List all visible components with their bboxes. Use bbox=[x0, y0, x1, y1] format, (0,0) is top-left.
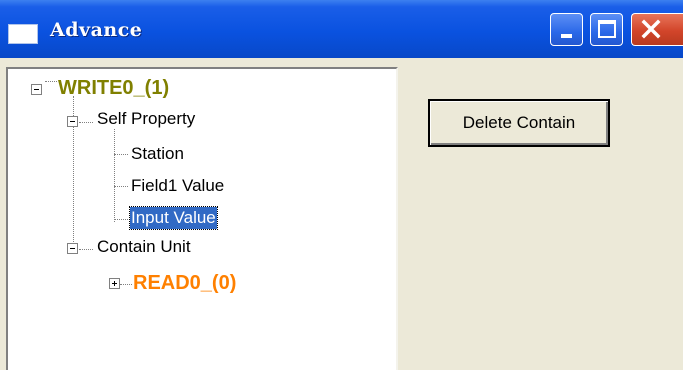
tree-node-contain-unit[interactable]: Contain Unit bbox=[97, 236, 191, 258]
title-bar[interactable]: Advance bbox=[0, 0, 683, 58]
tree-node-write0[interactable]: WRITE0_(1) bbox=[58, 76, 169, 100]
delete-contain-button[interactable]: Delete Contain bbox=[428, 99, 610, 147]
window-title: Advance bbox=[50, 19, 143, 41]
tree-connector bbox=[114, 129, 115, 222]
expand-toggle[interactable] bbox=[109, 278, 120, 289]
tree-connector bbox=[114, 186, 128, 187]
minimize-button[interactable] bbox=[550, 13, 583, 46]
tree-connector bbox=[120, 284, 132, 285]
maximize-button[interactable] bbox=[590, 13, 623, 46]
tree-node-input-value[interactable]: Input Value bbox=[129, 206, 218, 230]
close-icon bbox=[641, 19, 661, 39]
tree-connector bbox=[79, 122, 93, 123]
tree-node-station[interactable]: Station bbox=[131, 143, 184, 165]
tree-connector bbox=[114, 219, 128, 220]
collapse-toggle[interactable] bbox=[67, 116, 78, 127]
tree-node-field1-value[interactable]: Field1 Value bbox=[131, 175, 224, 197]
tree-view[interactable]: WRITE0_(1) Self Property Station Field1 … bbox=[6, 67, 398, 370]
collapse-toggle[interactable] bbox=[31, 84, 42, 95]
minus-icon bbox=[34, 89, 39, 90]
minus-icon bbox=[70, 121, 75, 122]
minimize-icon bbox=[561, 34, 572, 38]
minus-icon bbox=[70, 248, 75, 249]
tree-connector bbox=[79, 249, 93, 250]
window-app-icon bbox=[8, 24, 38, 44]
tree-connector bbox=[45, 81, 57, 82]
tree-node-self-property[interactable]: Self Property bbox=[97, 108, 195, 130]
tree-connector bbox=[114, 154, 128, 155]
tree-node-read0[interactable]: READ0_(0) bbox=[133, 271, 236, 295]
close-button[interactable] bbox=[631, 13, 683, 46]
collapse-toggle[interactable] bbox=[67, 243, 78, 254]
maximize-icon bbox=[598, 20, 616, 38]
plus-icon-stem bbox=[114, 281, 115, 286]
